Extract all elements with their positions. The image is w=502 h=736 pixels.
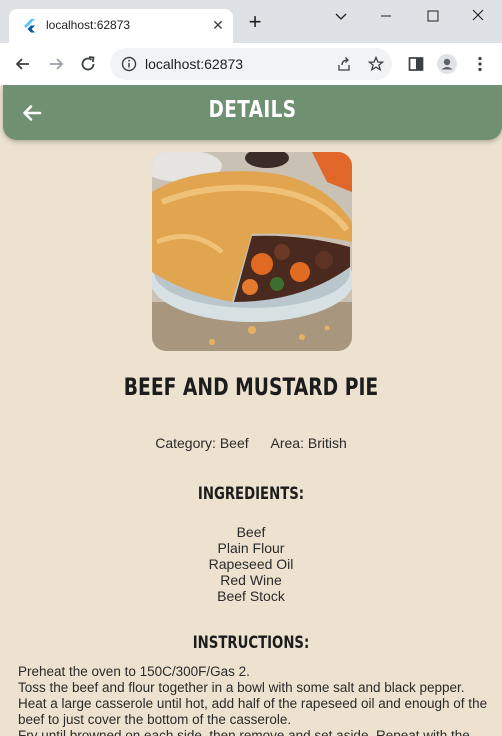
- close-icon[interactable]: ✕: [209, 16, 227, 34]
- info-icon[interactable]: [121, 56, 137, 72]
- url-text: localhost:62873: [145, 56, 244, 72]
- profile-icon[interactable]: [437, 54, 457, 74]
- meal-image: [152, 152, 352, 351]
- ingredients-list: Beef Plain Flour Rapeseed Oil Red Wine B…: [0, 524, 502, 604]
- star-icon[interactable]: [368, 56, 384, 72]
- window-close-icon[interactable]: [466, 6, 490, 26]
- flutter-favicon-icon: [24, 19, 35, 33]
- app-bar: DETAILS: [3, 85, 502, 140]
- category-label: Category: Beef: [155, 435, 249, 451]
- plus-icon[interactable]: +: [244, 11, 266, 34]
- ingredient-item: Rapeseed Oil: [208, 556, 294, 572]
- instructions-text: Preheat the oven to 150C/300F/Gas 2. Tos…: [18, 664, 488, 736]
- instructions-heading: INSTRUCTIONS:: [192, 633, 310, 653]
- share-icon[interactable]: [336, 56, 352, 72]
- minimize-icon[interactable]: [374, 6, 398, 26]
- ingredient-item: Red Wine: [220, 572, 282, 588]
- forward-icon[interactable]: [46, 54, 66, 74]
- more-vert-icon[interactable]: [470, 54, 490, 74]
- meal-title: BEEF AND MUSTARD PIE: [123, 373, 379, 401]
- maximize-icon[interactable]: [420, 6, 444, 26]
- instruction-line: Toss the beef and flour together in a bo…: [18, 680, 465, 695]
- reload-icon[interactable]: [78, 54, 98, 74]
- sidebar-icon[interactable]: [406, 54, 426, 74]
- chevron-down-icon[interactable]: [329, 6, 353, 26]
- arrow-back-icon[interactable]: [21, 102, 43, 124]
- instruction-line: Fry until browned on each side, then rem…: [18, 728, 470, 736]
- back-icon[interactable]: [13, 54, 33, 74]
- tab-title: localhost:62873: [46, 18, 131, 32]
- instruction-line: Heat a large casserole until hot, add ha…: [18, 696, 488, 727]
- app-viewport: DETAILS BEEF AND MUSTARD PIE Category: B…: [0, 85, 502, 736]
- meal-meta: Category: Beef Area: British: [0, 435, 502, 451]
- address-bar[interactable]: localhost:62873: [110, 48, 392, 80]
- instruction-line: Preheat the oven to 150C/300F/Gas 2.: [18, 664, 250, 679]
- area-label: Area: British: [270, 435, 347, 451]
- ingredient-item: Beef Stock: [217, 588, 285, 604]
- browser-tab[interactable]: localhost:62873 ✕: [9, 9, 233, 43]
- browser-tabbar: localhost:62873 ✕ +: [0, 0, 502, 43]
- page-title: DETAILS: [208, 97, 297, 123]
- browser-toolbar: localhost:62873: [0, 43, 502, 85]
- ingredient-item: Plain Flour: [217, 540, 285, 556]
- ingredient-item: Beef: [236, 524, 266, 540]
- ingredients-heading: INGREDIENTS:: [197, 484, 305, 504]
